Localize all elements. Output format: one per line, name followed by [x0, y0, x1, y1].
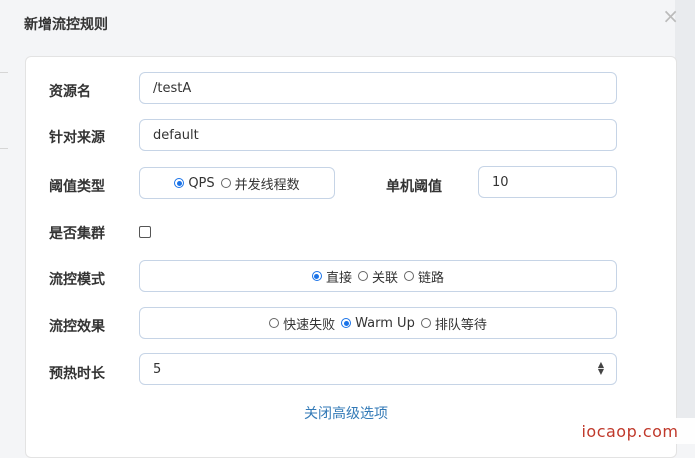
- resource-name-input[interactable]: /testA: [139, 72, 617, 104]
- control-mode-direct-radio[interactable]: 直接: [311, 267, 352, 286]
- radio-option-label: 关联: [371, 270, 398, 286]
- control-effect-group: 快速失败 Warm Up 排队等待: [139, 307, 617, 339]
- threshold-type-thread-radio[interactable]: 并发线程数: [220, 174, 300, 193]
- single-threshold-label: 单机阈值: [386, 179, 442, 195]
- limit-app-input[interactable]: default: [139, 119, 617, 151]
- radio-option-label: Warm Up: [355, 315, 415, 331]
- radio-checked-icon: [174, 178, 185, 188]
- resource-name-label: 资源名: [49, 84, 91, 100]
- threshold-type-label: 阈值类型: [49, 179, 105, 195]
- control-effect-queue-radio[interactable]: 排队等待: [420, 314, 487, 333]
- radio-option-label: 直接: [325, 270, 352, 286]
- dialog-title: 新增流控规则: [24, 17, 108, 33]
- control-mode-chain-radio[interactable]: 链路: [404, 267, 444, 286]
- control-mode-group: 直接 关联 链路: [139, 260, 617, 292]
- form-panel: [25, 56, 677, 458]
- number-spinner-icon[interactable]: ▲ ▼: [598, 361, 604, 376]
- radio-unchecked-icon: [420, 318, 431, 328]
- background-divider: [0, 148, 8, 149]
- advanced-options-toggle[interactable]: 关闭高级选项: [304, 403, 388, 423]
- limit-app-label: 针对来源: [49, 130, 105, 146]
- radio-checked-icon: [311, 271, 322, 281]
- radio-unchecked-icon: [269, 318, 280, 328]
- control-effect-fast-fail-radio[interactable]: 快速失败: [269, 314, 335, 333]
- watermark: iocaop.com: [565, 418, 695, 444]
- single-threshold-value: 10: [492, 174, 509, 190]
- radio-unchecked-icon: [357, 271, 368, 281]
- radio-option-label: 链路: [418, 270, 445, 286]
- threshold-type-group: QPS 并发线程数: [139, 167, 335, 199]
- background-divider: [0, 72, 8, 73]
- control-effect-warmup-radio[interactable]: Warm Up: [341, 316, 415, 331]
- warmup-period-value: 5: [153, 361, 162, 377]
- cluster-checkbox[interactable]: [139, 226, 151, 238]
- radio-option-label: 排队等待: [434, 317, 487, 333]
- radio-option-label: QPS: [188, 175, 215, 191]
- single-threshold-input[interactable]: 10: [478, 166, 617, 198]
- resource-name-value: /testA: [153, 80, 192, 96]
- control-mode-relate-radio[interactable]: 关联: [357, 267, 398, 286]
- radio-unchecked-icon: [220, 178, 231, 188]
- control-mode-label: 流控模式: [49, 272, 105, 288]
- radio-checked-icon: [341, 318, 352, 328]
- warmup-period-input[interactable]: 5 ▲ ▼: [139, 353, 617, 385]
- warmup-period-label: 预热时长: [49, 366, 105, 382]
- radio-option-label: 快速失败: [283, 317, 336, 333]
- close-icon[interactable]: ×: [662, 4, 679, 28]
- limit-app-value: default: [153, 127, 199, 143]
- radio-option-label: 并发线程数: [234, 177, 300, 193]
- cluster-label: 是否集群: [49, 226, 105, 242]
- radio-unchecked-icon: [404, 271, 414, 281]
- control-effect-label: 流控效果: [49, 319, 105, 335]
- threshold-type-qps-radio[interactable]: QPS: [174, 175, 215, 191]
- background-page-edge: [675, 0, 695, 444]
